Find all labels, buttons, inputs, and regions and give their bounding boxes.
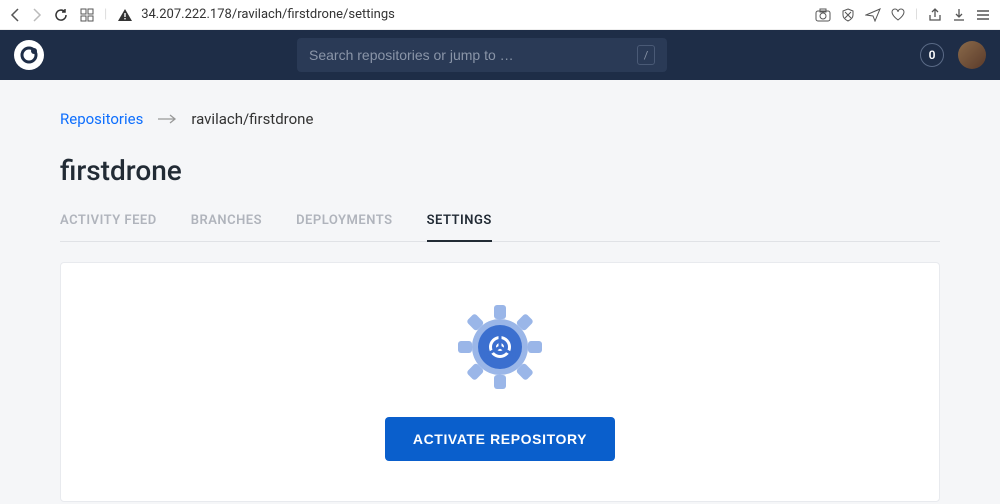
shield-icon[interactable] [841, 8, 855, 22]
reload-icon[interactable] [54, 8, 68, 22]
tab-branches[interactable]: BRANCHES [191, 213, 262, 241]
gear-icon [456, 303, 544, 391]
menu-icon[interactable] [976, 8, 990, 22]
tabs: ACTIVITY FEED BRANCHES DEPLOYMENTS SETTI… [60, 213, 940, 242]
app-header: / 0 [0, 30, 1000, 80]
camera-icon[interactable] [815, 8, 831, 22]
breadcrumb-root[interactable]: Repositories [60, 110, 143, 128]
search-kbd-hint: / [637, 45, 655, 65]
tab-deployments[interactable]: DEPLOYMENTS [296, 213, 392, 241]
search-box[interactable]: / [297, 38, 667, 72]
share-icon[interactable] [928, 8, 942, 22]
url-text[interactable]: 34.207.222.178/ravilach/firstdrone/setti… [141, 7, 395, 22]
breadcrumb: Repositories ravilach/firstdrone [60, 110, 940, 128]
grid-icon[interactable] [80, 8, 94, 22]
page-title: firstdrone [60, 154, 940, 187]
insecure-icon[interactable] [117, 8, 133, 22]
avatar[interactable] [958, 41, 986, 69]
search-input[interactable] [309, 47, 627, 63]
app-logo[interactable] [14, 40, 44, 70]
notification-count[interactable]: 0 [920, 43, 944, 67]
arrow-right-icon [157, 114, 177, 124]
breadcrumb-current: ravilach/firstdrone [191, 110, 313, 128]
back-icon[interactable] [10, 8, 20, 22]
settings-panel: ACTIVATE REPOSITORY [60, 262, 940, 502]
browser-toolbar: | 34.207.222.178/ravilach/firstdrone/set… [0, 0, 1000, 30]
heart-icon[interactable] [891, 8, 905, 22]
send-icon[interactable] [865, 8, 881, 22]
download-icon[interactable] [952, 8, 966, 22]
forward-icon[interactable] [32, 8, 42, 22]
tab-settings[interactable]: SETTINGS [427, 213, 492, 242]
activate-repository-button[interactable]: ACTIVATE REPOSITORY [385, 417, 615, 461]
tab-activity-feed[interactable]: ACTIVITY FEED [60, 213, 157, 241]
